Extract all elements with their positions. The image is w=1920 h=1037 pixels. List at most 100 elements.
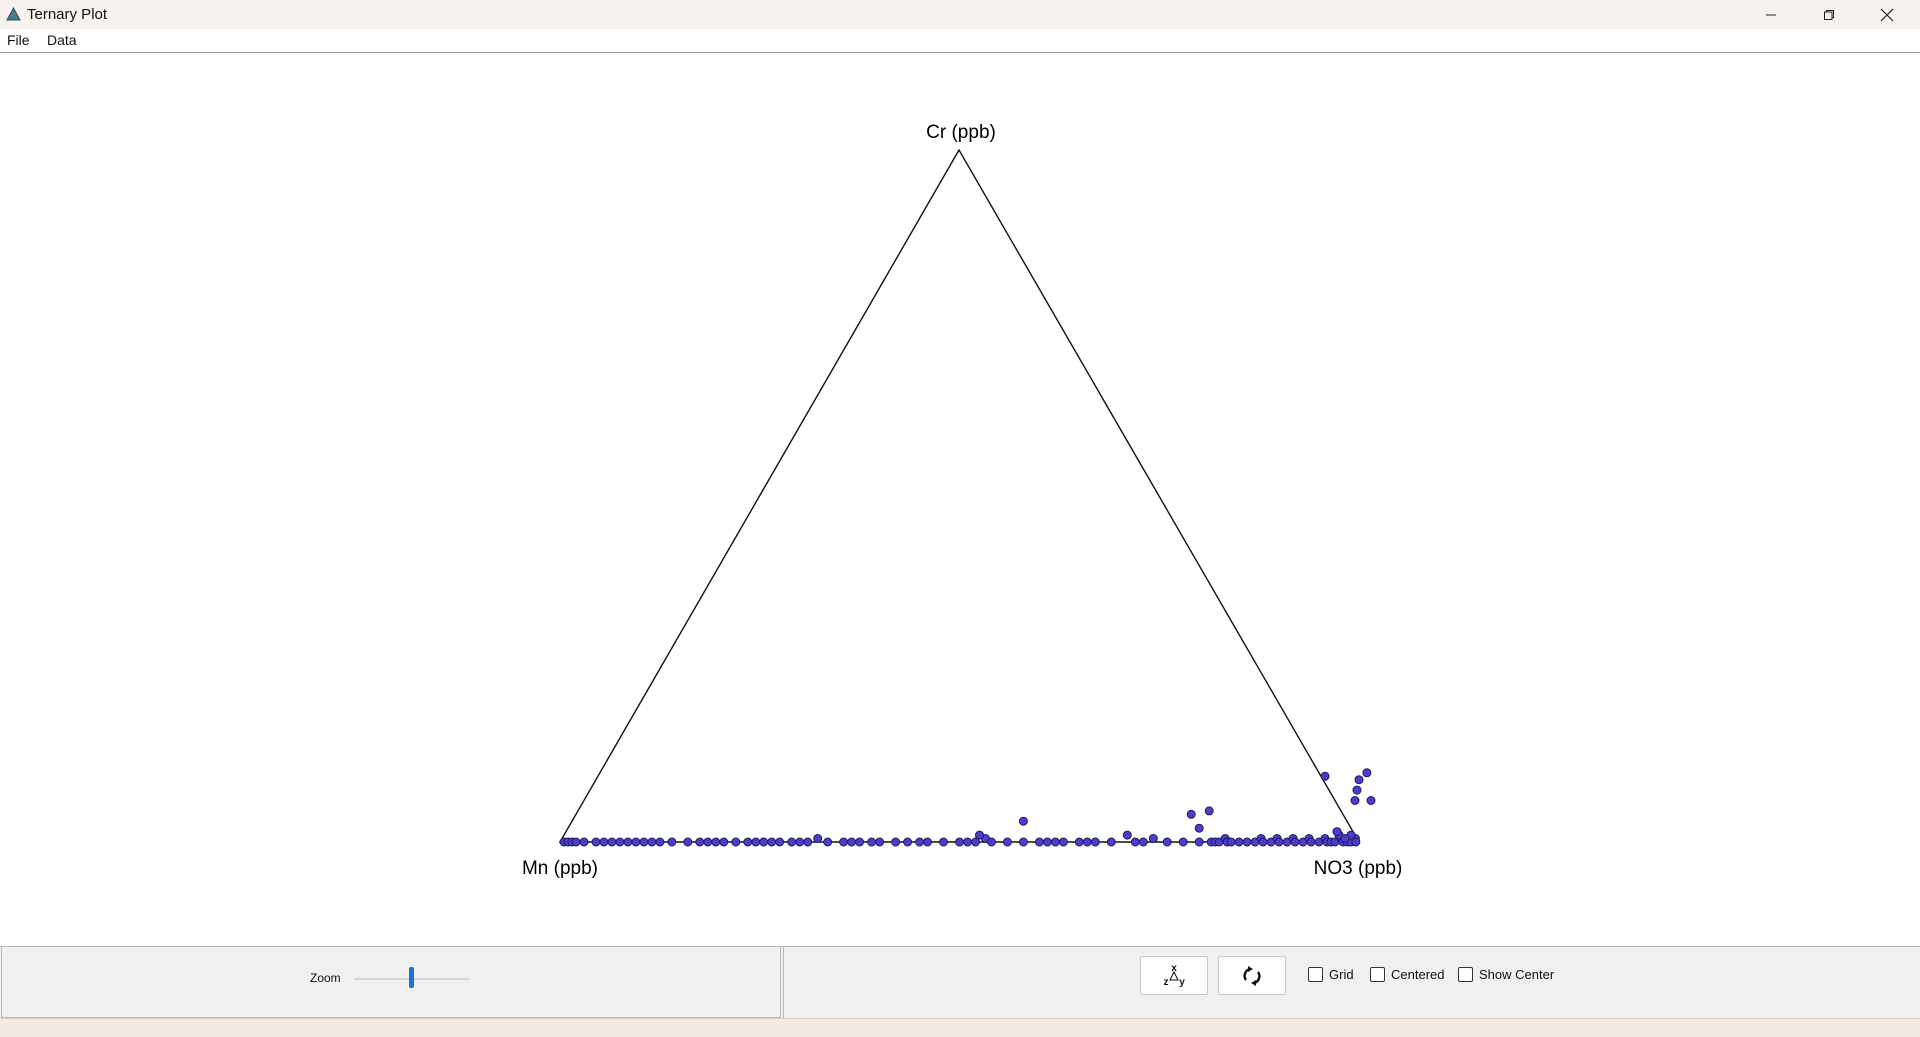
data-point-17 (703, 837, 713, 847)
data-point-35 (875, 837, 885, 847)
data-point-57 (1138, 837, 1148, 847)
data-point-61 (1194, 837, 1204, 847)
grid-checkbox[interactable]: Grid (1308, 967, 1354, 982)
window-title: Ternary Plot (27, 6, 108, 23)
rotate-button[interactable] (1218, 956, 1286, 995)
centered-checkbox-label: Centered (1391, 967, 1445, 982)
data-point-94 (1332, 827, 1342, 837)
data-point-9 (623, 837, 633, 847)
data-point-19 (719, 837, 729, 847)
data-point-103 (1350, 796, 1360, 805)
ternary-plot[interactable]: Cr (ppb) Mn (ppb) NO3 (ppb) (0, 54, 1920, 946)
data-point-72 (1258, 837, 1268, 847)
rotate-icon (1243, 965, 1261, 986)
data-point-32 (847, 837, 857, 847)
zoom-panel: Zoom (1, 947, 781, 1018)
data-point-99 (1194, 823, 1204, 833)
data-point-40 (939, 837, 948, 847)
plot-area[interactable]: Cr (ppb) Mn (ppb) NO3 (ppb) (0, 54, 1920, 946)
data-point-28 (803, 837, 813, 847)
data-point-58 (1148, 834, 1158, 843)
data-point-107 (1320, 771, 1330, 781)
data-point-7 (607, 837, 617, 847)
data-point-38 (915, 837, 925, 847)
data-point-29 (813, 834, 823, 843)
centered-checkbox[interactable]: Centered (1370, 967, 1444, 982)
data-point-13 (655, 837, 665, 847)
minimize-button[interactable] (1742, 0, 1800, 29)
data-point-42 (963, 837, 972, 847)
data-point-55 (1106, 837, 1116, 847)
data-point-26 (787, 837, 797, 847)
data-point-10 (631, 837, 641, 847)
axis-label-left: Mn (ppb) (522, 858, 598, 879)
data-point-75 (1274, 837, 1284, 847)
data-point-60 (1178, 837, 1188, 847)
data-point-68 (1234, 837, 1244, 847)
data-point-21 (743, 837, 753, 847)
data-point-98 (1122, 830, 1132, 840)
data-point-22 (751, 837, 761, 847)
data-point-104 (1366, 796, 1376, 805)
data-point-5 (591, 837, 601, 847)
data-point-33 (855, 837, 865, 847)
data-point-30 (823, 837, 833, 847)
data-point-78 (1290, 837, 1300, 847)
data-point-105 (1352, 785, 1362, 795)
data-point-50 (1050, 837, 1060, 847)
zoom-slider-thumb[interactable] (409, 967, 414, 988)
close-button[interactable] (1858, 0, 1916, 29)
data-point-67 (1226, 837, 1236, 847)
data-point-47 (1018, 837, 1028, 847)
data-point-49 (1042, 837, 1052, 847)
data-point-12 (647, 837, 657, 847)
data-point-48 (1034, 837, 1044, 847)
data-point-15 (683, 837, 693, 847)
data-point-6 (599, 837, 609, 847)
show-center-checkbox-box[interactable] (1458, 967, 1473, 982)
data-point-16 (695, 837, 705, 847)
options-panel: x z y Grid Centered Show Center (783, 947, 1920, 1018)
data-point-101 (1186, 809, 1196, 819)
grid-checkbox-box[interactable] (1308, 967, 1323, 982)
data-point-54 (1090, 837, 1100, 847)
data-point-100 (1018, 816, 1028, 826)
data-point-106 (1354, 775, 1364, 785)
show-center-checkbox[interactable]: Show Center (1458, 967, 1554, 982)
data-point-69 (1242, 837, 1252, 847)
data-point-108 (1362, 768, 1372, 778)
title-bar: Ternary Plot (0, 0, 1920, 29)
data-point-96 (1340, 834, 1350, 843)
data-point-45 (987, 837, 996, 847)
menu-file[interactable]: File (5, 32, 32, 48)
close-icon (1880, 8, 1894, 21)
data-point-41 (955, 837, 964, 847)
data-point-20 (731, 837, 741, 847)
data-point-8 (615, 837, 625, 847)
data-point-102 (1204, 806, 1214, 816)
data-point-59 (1162, 837, 1172, 847)
data-point-51 (1058, 837, 1068, 847)
restore-button[interactable] (1800, 0, 1858, 29)
svg-text:z: z (1164, 977, 1169, 988)
axis-label-right: NO3 (ppb) (1314, 858, 1403, 879)
zoom-label: Zoom (310, 971, 341, 985)
grid-checkbox-label: Grid (1329, 967, 1354, 982)
menu-data[interactable]: Data (45, 32, 79, 48)
centered-checkbox-box[interactable] (1370, 967, 1385, 982)
data-point-27 (795, 837, 805, 847)
data-point-46 (1002, 837, 1012, 847)
ternary-triangle (558, 148, 1361, 843)
svg-text:y: y (1179, 977, 1185, 988)
data-point-36 (891, 837, 901, 847)
restore-icon (1824, 9, 1834, 20)
data-point-11 (639, 837, 649, 847)
data-point-18 (711, 837, 721, 847)
data-point-37 (903, 837, 913, 847)
data-point-56 (1130, 837, 1140, 847)
data-point-39 (923, 837, 932, 847)
data-point-31 (839, 837, 849, 847)
app-triangle-icon (6, 7, 21, 21)
data-point-14 (667, 837, 677, 847)
swap-axes-button[interactable]: x z y (1140, 956, 1208, 995)
